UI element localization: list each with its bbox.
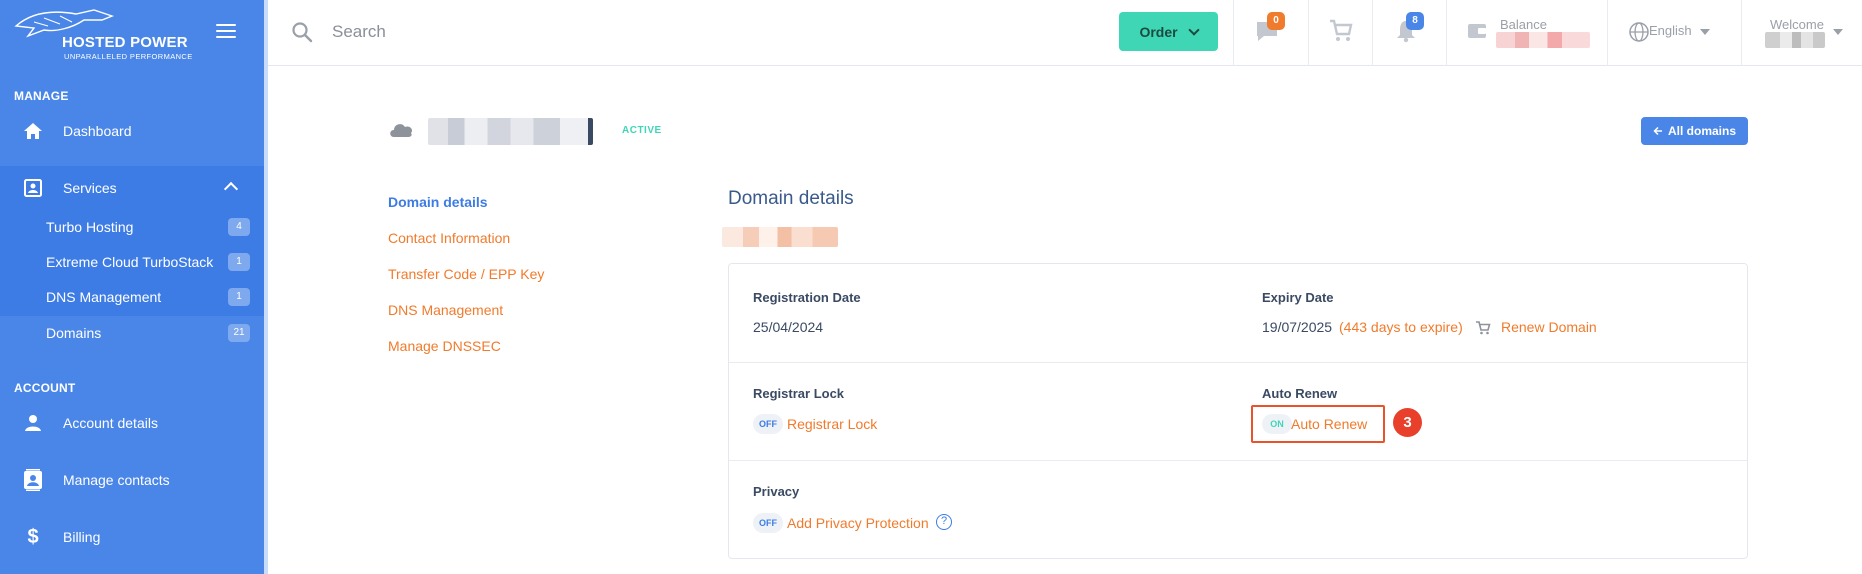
subnav-contact-information[interactable]: Contact Information — [388, 230, 510, 246]
chevron-down-icon — [1187, 23, 1200, 36]
privacy-toggle[interactable]: OFF — [753, 513, 783, 533]
subnav-transfer-code[interactable]: Transfer Code / EPP Key — [388, 266, 544, 282]
highlight-box — [1251, 405, 1385, 443]
divider — [1372, 0, 1373, 66]
account-heading: ACCOUNT — [14, 381, 76, 395]
services-group: Services Turbo Hosting 4 Extreme Cloud T… — [0, 166, 264, 316]
count-badge: 4 — [228, 218, 250, 236]
divider — [1446, 0, 1447, 66]
cloud-icon — [388, 120, 414, 138]
count-badge: 1 — [228, 253, 250, 271]
sidebar-item-services[interactable]: Services — [0, 168, 264, 208]
balance-label: Balance — [1500, 17, 1547, 32]
domain-subtitle-redacted — [722, 227, 838, 247]
divider — [1741, 0, 1742, 66]
welcome-label: Welcome — [1770, 17, 1824, 32]
sidebar-item-account-details[interactable]: Account details — [0, 403, 264, 443]
registrar-lock-label: Registrar Lock — [753, 386, 845, 401]
sidebar-item-label: Services — [63, 180, 117, 196]
wallet-icon — [1466, 20, 1494, 48]
balance-value-redacted — [1496, 32, 1590, 48]
sidebar-item-domains[interactable]: Domains 21 — [0, 316, 264, 350]
help-icon[interactable]: ? — [936, 514, 952, 530]
renew-domain-link[interactable]: Renew Domain — [1501, 319, 1597, 335]
count-badge: 1 — [228, 288, 250, 306]
divider — [729, 362, 1747, 363]
sidebar-item-label: Account details — [63, 415, 158, 431]
all-domains-button[interactable]: All domains — [1641, 117, 1748, 145]
language-selector[interactable]: English — [1649, 23, 1692, 38]
status-badge: ACTIVE — [622, 125, 662, 136]
cart-icon[interactable] — [1328, 18, 1356, 46]
sidebar-item-manage-contacts[interactable]: Manage contacts — [0, 460, 264, 500]
subnav-manage-dnssec[interactable]: Manage DNSSEC — [388, 338, 501, 354]
sidebar: HOSTED POWER UNPARALLELED PERFORMANCE MA… — [0, 0, 268, 574]
order-button-label: Order — [1139, 23, 1178, 40]
person-card-icon — [22, 177, 44, 199]
sidebar-subitem-dns-management[interactable]: DNS Management 1 — [0, 280, 264, 314]
expiry-date-value: 19/07/2025 — [1262, 319, 1333, 335]
sidebar-item-dashboard[interactable]: Dashboard — [0, 111, 264, 151]
sidebar-item-label: Dashboard — [63, 123, 132, 139]
registrar-lock-link[interactable]: Registrar Lock — [787, 416, 877, 432]
contacts-icon — [22, 469, 44, 491]
topbar: Order 0 8 Balance English Welcome — [268, 0, 1862, 66]
sidebar-item-billing[interactable]: $ Billing — [0, 517, 264, 557]
globe-icon[interactable] — [1628, 21, 1650, 43]
page-title: Domain details — [728, 188, 854, 209]
brand-logo[interactable]: HOSTED POWER UNPARALLELED PERFORMANCE — [14, 8, 192, 61]
registration-date-label: Registration Date — [753, 290, 861, 305]
expiry-days-remaining: (443 days to expire) — [1339, 319, 1463, 335]
order-button[interactable]: Order — [1119, 12, 1218, 51]
sidebar-subitem-extreme-cloud[interactable]: Extreme Cloud TurboStack 1 — [0, 245, 264, 279]
sidebar-subitem-turbo-hosting[interactable]: Turbo Hosting 4 — [0, 210, 264, 244]
dollar-icon: $ — [27, 525, 39, 548]
count-badge: 21 — [228, 324, 250, 342]
caret-down-icon[interactable] — [1833, 29, 1843, 35]
subitem-label: Extreme Cloud TurboStack — [46, 254, 214, 270]
subitem-label: Turbo Hosting — [46, 219, 134, 235]
all-domains-label: All domains — [1667, 124, 1736, 138]
search-input[interactable] — [332, 18, 832, 46]
registration-date-value: 25/04/2024 — [753, 319, 824, 335]
sidebar-item-label: Manage contacts — [63, 472, 170, 488]
logo-area: HOSTED POWER UNPARALLELED PERFORMANCE — [0, 0, 264, 66]
subnav-domain-details[interactable]: Domain details — [388, 194, 488, 210]
step-number-marker: 3 — [1393, 408, 1422, 437]
sidebar-scroll-track — [264, 0, 268, 574]
chevron-up-icon[interactable] — [223, 181, 239, 197]
registrar-lock-toggle[interactable]: OFF — [753, 414, 783, 434]
person-icon — [22, 412, 44, 434]
domain-name-redacted — [428, 118, 593, 145]
divider — [1233, 0, 1234, 66]
subitem-label: Domains — [46, 325, 102, 341]
cart-icon[interactable] — [1475, 320, 1491, 336]
brand-title: HOSTED POWER — [62, 34, 188, 51]
subnav-dns-management[interactable]: DNS Management — [388, 302, 503, 318]
username-redacted[interactable] — [1765, 32, 1825, 48]
auto-renew-label: Auto Renew — [1262, 386, 1338, 401]
privacy-label: Privacy — [753, 484, 800, 499]
brand-subtitle: UNPARALLELED PERFORMANCE — [64, 52, 193, 61]
notifications-count-badge: 8 — [1406, 12, 1424, 30]
arrow-left-icon — [1653, 126, 1662, 136]
sidebar-item-label: Billing — [63, 529, 101, 545]
manage-heading: MANAGE — [14, 89, 69, 103]
search-icon — [290, 20, 314, 44]
add-privacy-protection-link[interactable]: Add Privacy Protection — [787, 515, 929, 531]
caret-down-icon — [1700, 29, 1710, 35]
home-icon — [22, 120, 44, 142]
menu-toggle-icon[interactable] — [216, 24, 236, 40]
divider — [729, 460, 1747, 461]
messages-count-badge: 0 — [1267, 12, 1285, 30]
divider — [1607, 0, 1608, 66]
subitem-label: DNS Management — [46, 289, 162, 305]
divider — [1308, 0, 1309, 66]
expiry-date-label: Expiry Date — [1262, 290, 1334, 305]
